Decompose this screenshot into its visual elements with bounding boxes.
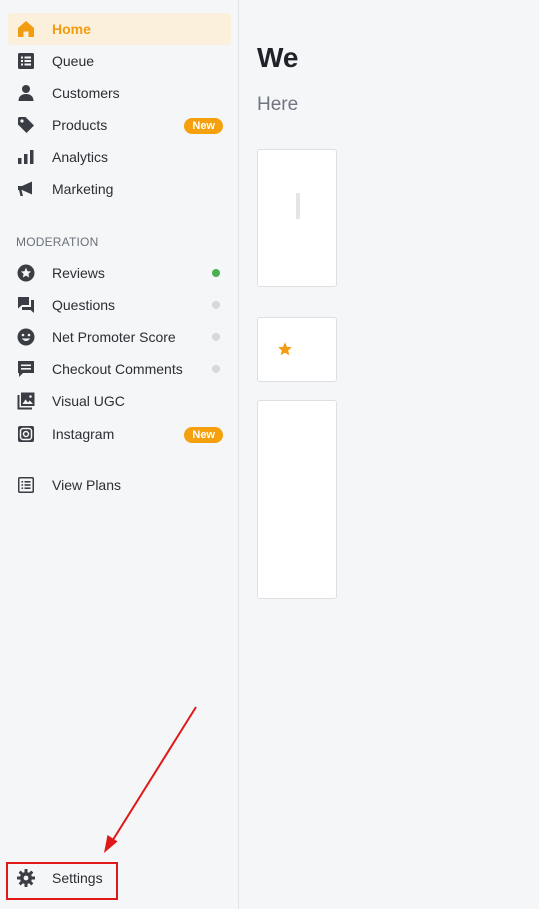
sidebar-item-label: Customers bbox=[52, 85, 120, 101]
list-icon bbox=[16, 51, 36, 71]
image-stack-icon bbox=[16, 391, 36, 411]
sidebar-item-view-plans[interactable]: View Plans bbox=[8, 469, 231, 501]
sidebar-item-instagram[interactable]: Instagram New bbox=[8, 418, 231, 450]
sidebar-item-marketing[interactable]: Marketing bbox=[8, 173, 231, 205]
smiley-icon bbox=[16, 327, 36, 347]
status-indicator bbox=[212, 301, 220, 309]
moderation-heading: MODERATION bbox=[16, 235, 99, 249]
sidebar-item-label: Home bbox=[52, 21, 91, 37]
sidebar: Home Queue Customers Products New Analyt… bbox=[0, 0, 239, 909]
sidebar-item-label: Products bbox=[52, 117, 108, 133]
sidebar-item-label: Queue bbox=[52, 53, 95, 69]
new-badge: New bbox=[184, 118, 223, 134]
sidebar-item-net-promoter-score[interactable]: Net Promoter Score bbox=[8, 321, 231, 353]
star-icon bbox=[278, 342, 292, 356]
instagram-icon bbox=[16, 424, 36, 444]
content-card bbox=[257, 400, 337, 599]
status-indicator bbox=[212, 333, 220, 341]
sidebar-item-label: View Plans bbox=[52, 477, 122, 493]
comment-icon bbox=[16, 359, 36, 379]
status-indicator bbox=[212, 269, 220, 277]
card-content-edge bbox=[296, 193, 300, 219]
sidebar-item-customers[interactable]: Customers bbox=[8, 77, 231, 109]
settings-highlight-box bbox=[6, 862, 118, 900]
sidebar-item-label: Questions bbox=[52, 297, 116, 313]
sidebar-item-reviews[interactable]: Reviews bbox=[8, 257, 231, 289]
page-title: We bbox=[257, 42, 299, 73]
star-circle-icon bbox=[16, 263, 36, 283]
page-subtitle: Here bbox=[257, 94, 299, 115]
sidebar-item-label: Checkout Comments bbox=[52, 361, 183, 377]
sidebar-item-visual-ugc[interactable]: Visual UGC bbox=[8, 385, 231, 417]
sidebar-item-label: Visual UGC bbox=[52, 393, 125, 409]
person-icon bbox=[16, 83, 36, 103]
summary-card bbox=[257, 149, 337, 287]
megaphone-icon bbox=[16, 179, 36, 199]
sidebar-item-products[interactable]: Products New bbox=[8, 109, 231, 141]
sidebar-item-label: Marketing bbox=[52, 181, 114, 197]
plans-list-icon bbox=[16, 475, 36, 495]
sidebar-item-queue[interactable]: Queue bbox=[8, 45, 231, 77]
sidebar-item-analytics[interactable]: Analytics bbox=[8, 141, 231, 173]
sidebar-item-label: Net Promoter Score bbox=[52, 329, 176, 345]
rating-card bbox=[257, 317, 337, 382]
tag-icon bbox=[16, 115, 36, 135]
status-indicator bbox=[212, 365, 220, 373]
sidebar-item-checkout-comments[interactable]: Checkout Comments bbox=[8, 353, 231, 385]
chat-bubbles-icon bbox=[16, 295, 36, 315]
sidebar-item-label: Instagram bbox=[52, 426, 115, 442]
sidebar-item-questions[interactable]: Questions bbox=[8, 289, 231, 321]
home-icon bbox=[16, 19, 36, 39]
sidebar-item-label: Reviews bbox=[52, 265, 105, 281]
bar-chart-icon bbox=[16, 147, 36, 167]
sidebar-item-home[interactable]: Home bbox=[8, 13, 231, 45]
new-badge: New bbox=[184, 427, 223, 443]
sidebar-item-label: Analytics bbox=[52, 149, 109, 165]
